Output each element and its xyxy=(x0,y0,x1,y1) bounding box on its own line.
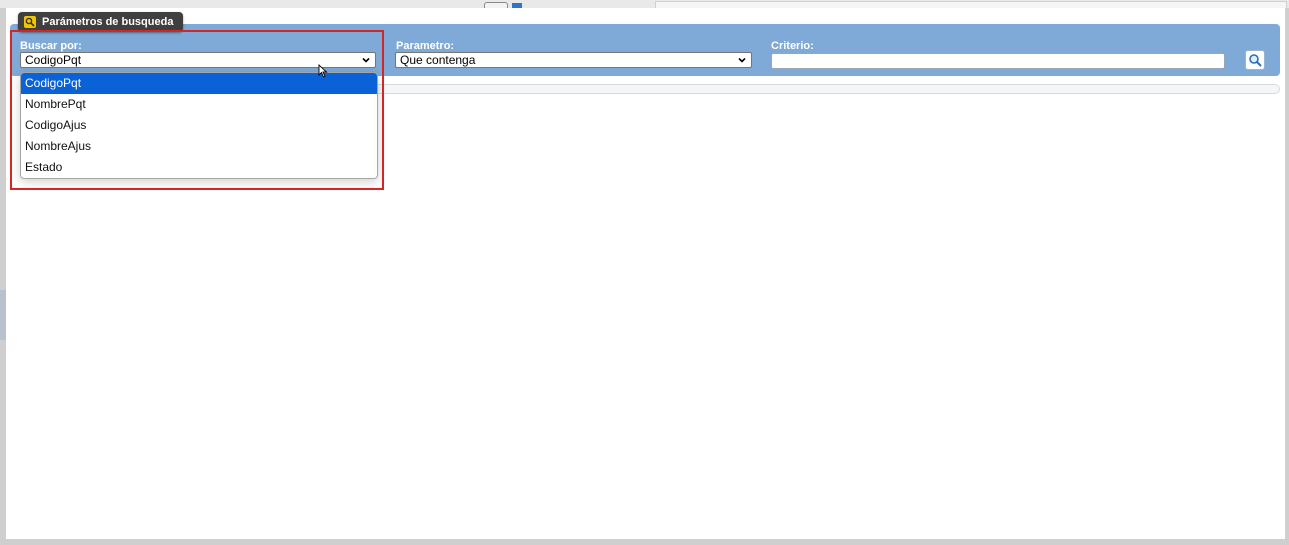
chevron-down-icon xyxy=(738,57,746,63)
buscar-por-dropdown: CodigoPqt NombrePqt CodigoAjus NombreAju… xyxy=(20,72,378,179)
buscar-por-label: Buscar por: xyxy=(20,40,82,52)
magnifier-icon xyxy=(1249,54,1262,67)
search-modal: Parámetros de busqueda Buscar por: Codig… xyxy=(6,8,1285,539)
dropdown-option-nombrepqt[interactable]: NombrePqt xyxy=(21,94,377,115)
parametro-value: Que contenga xyxy=(400,53,476,67)
search-params-tab: Parámetros de busqueda xyxy=(18,12,184,32)
parametro-select[interactable]: Que contenga xyxy=(395,52,752,68)
criterio-label: Criterio: xyxy=(771,40,814,52)
magnifier-icon xyxy=(24,16,36,28)
criterio-input[interactable] xyxy=(771,53,1225,69)
chevron-down-icon xyxy=(362,57,370,63)
dropdown-option-codigoajus[interactable]: CodigoAjus xyxy=(21,115,377,136)
search-button[interactable] xyxy=(1245,50,1265,70)
dropdown-option-estado[interactable]: Estado xyxy=(21,157,377,178)
dropdown-option-nombreajus[interactable]: NombreAjus xyxy=(21,136,377,157)
buscar-por-value: CodigoPqt xyxy=(25,53,82,67)
mouse-cursor-icon xyxy=(318,64,328,78)
parametro-label: Parametro: xyxy=(396,40,455,52)
tab-title: Parámetros de busqueda xyxy=(42,16,174,28)
